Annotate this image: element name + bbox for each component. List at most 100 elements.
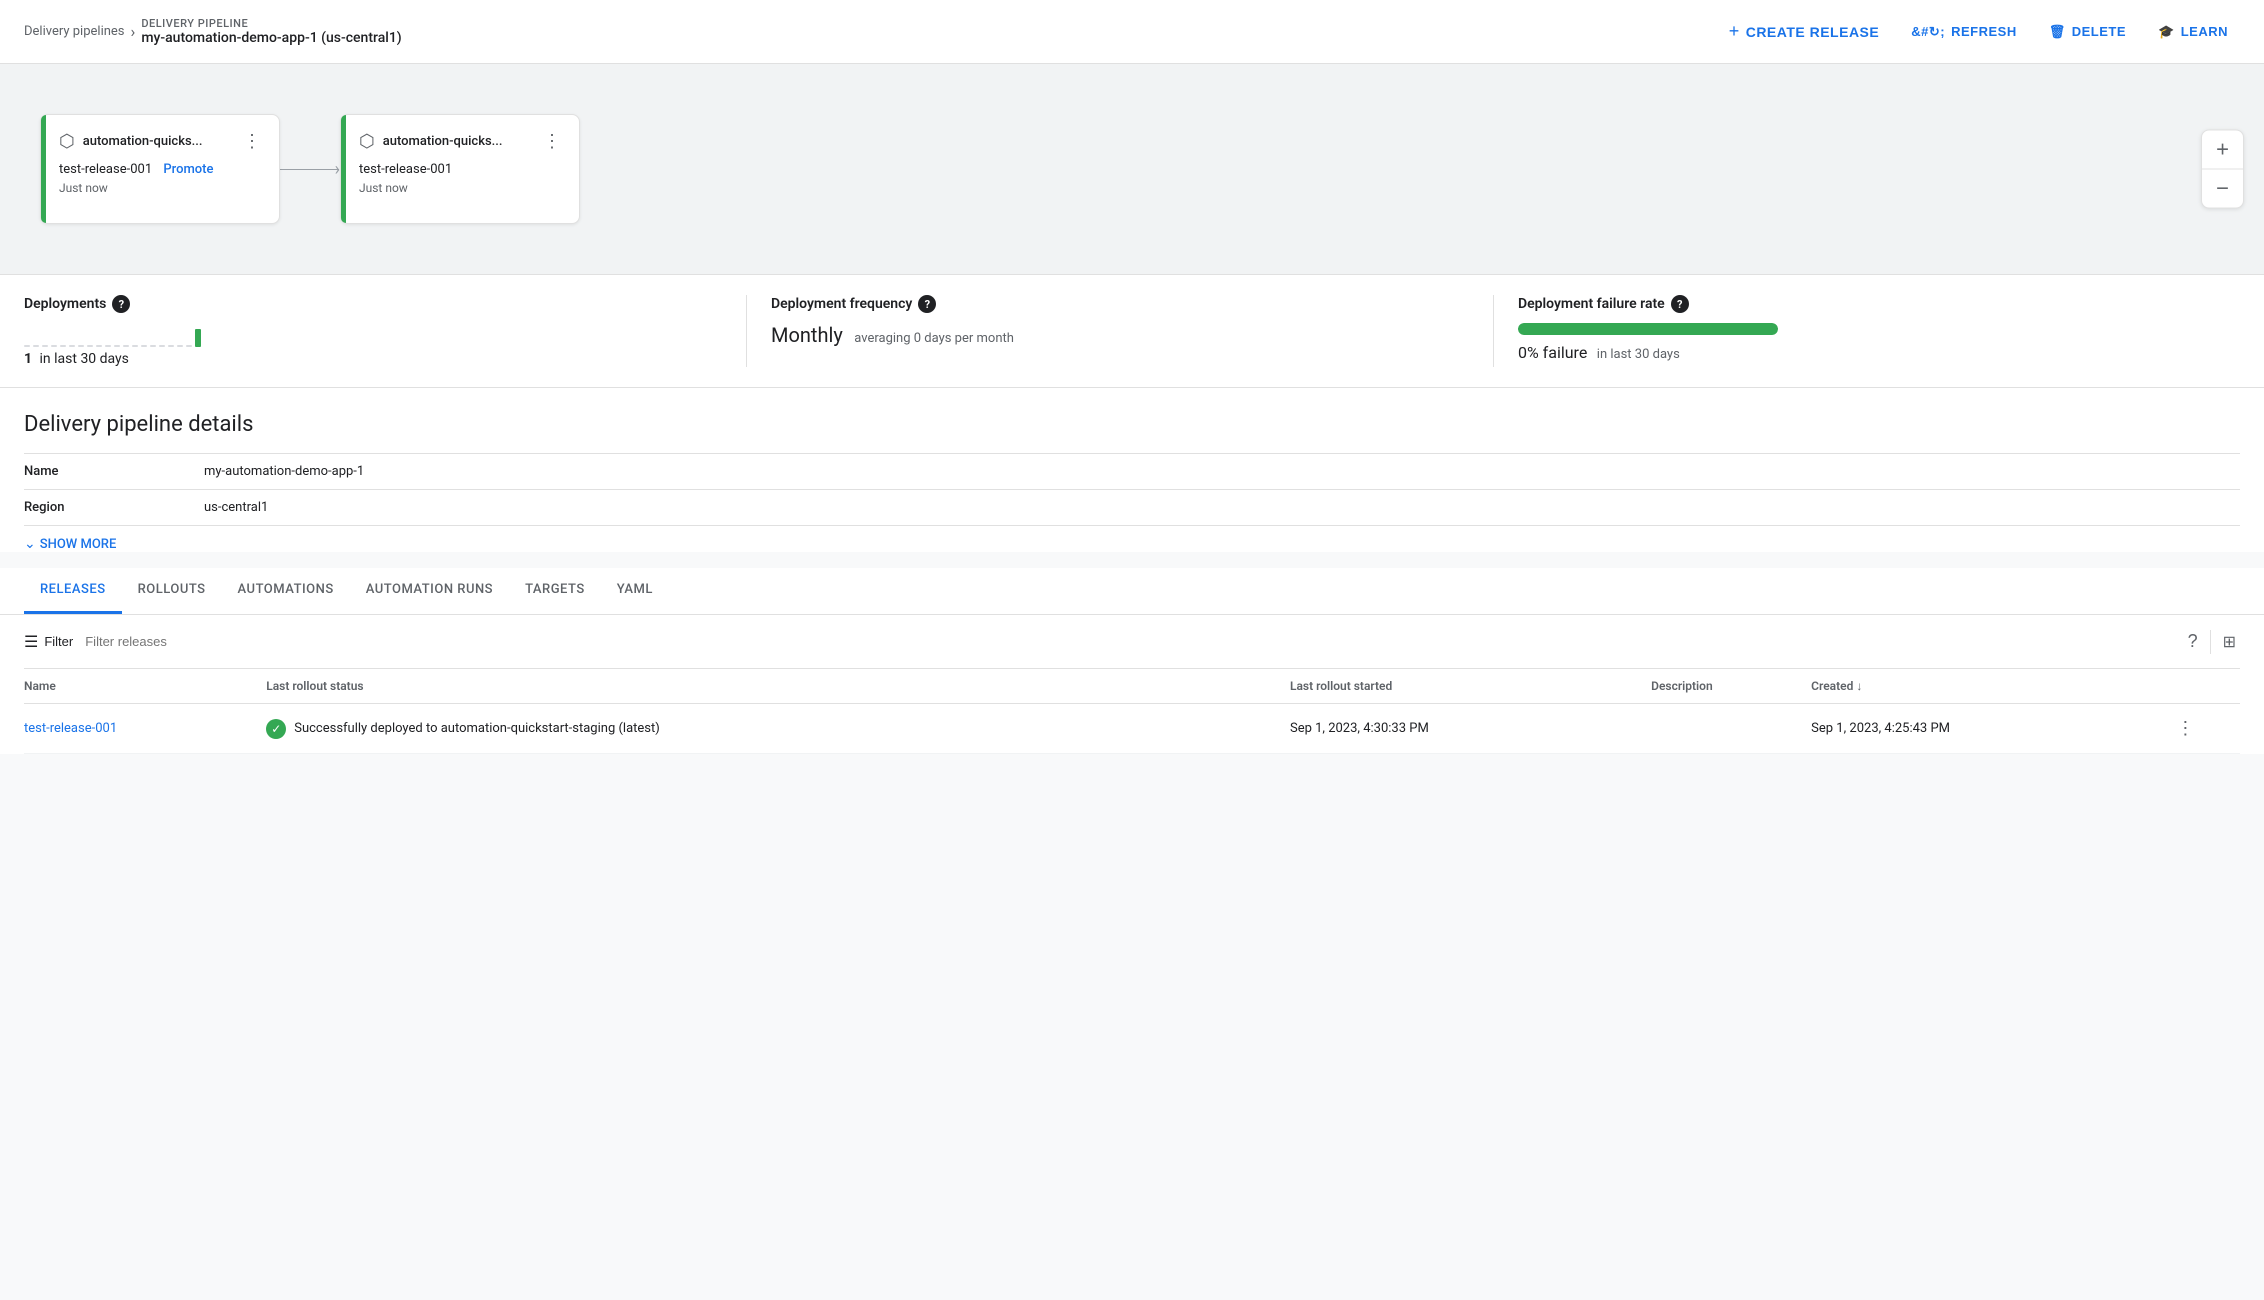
failure-rate: 0% failure — [1518, 343, 1587, 362]
dep-bar-16 — [159, 345, 165, 347]
refresh-button[interactable]: &#↻; REFRESH — [1899, 16, 2028, 48]
deployments-help-icon[interactable]: ? — [112, 295, 130, 313]
col-header-actions — [2172, 669, 2240, 704]
stage-name-0: automation-quicks... — [83, 134, 203, 149]
dep-bar-7 — [78, 345, 84, 347]
failure-progress-bar — [1518, 323, 1778, 335]
refresh-label: REFRESH — [1951, 24, 2017, 39]
vertical-divider — [2210, 630, 2211, 654]
release-created-cell: Sep 1, 2023, 4:25:43 PM — [1811, 704, 2172, 754]
stage-time-0: Just now — [59, 181, 265, 195]
release-name-cell: test-release-001 — [24, 704, 266, 754]
dep-bar-2 — [33, 345, 39, 347]
col-header-description: Description — [1651, 669, 1811, 704]
dep-bar-5 — [60, 345, 66, 347]
dep-bar-13 — [132, 345, 138, 347]
tab-automation-runs[interactable]: AUTOMATION RUNS — [350, 568, 509, 614]
col-header-created[interactable]: Created ↓ — [1811, 669, 2172, 704]
zoom-out-button[interactable]: − — [2202, 170, 2243, 208]
details-table: Name my-automation-demo-app-1 Region us-… — [24, 453, 2240, 526]
delete-label: DELETE — [2072, 24, 2126, 39]
tab-yaml[interactable]: YAML — [601, 568, 669, 614]
release-rollout-started-cell: Sep 1, 2023, 4:30:33 PM — [1290, 704, 1651, 754]
detail-value: us-central1 — [204, 490, 2240, 526]
dep-bar-4 — [51, 345, 57, 347]
dep-bar-18 — [177, 345, 183, 347]
frequency-sub: averaging 0 days per month — [854, 331, 1014, 346]
stage-card-0: ⬡ automation-quicks... ⋮ test-release-00… — [40, 114, 280, 224]
dep-bar-1 — [24, 345, 30, 347]
tab-rollouts[interactable]: ROLLOUTS — [122, 568, 222, 614]
show-more-link[interactable]: ⌄ SHOW MORE — [24, 536, 2240, 552]
filter-input[interactable] — [85, 634, 2171, 649]
filter-button[interactable]: ☰ Filter — [24, 632, 73, 652]
failure-help-icon[interactable]: ? — [1671, 295, 1689, 313]
failure-sub: in last 30 days — [1597, 347, 1680, 362]
breadcrumb: Delivery pipelines › DELIVERY PIPELINE m… — [24, 17, 1701, 46]
table-help-button[interactable]: ? — [2184, 627, 2202, 656]
dep-bar-6 — [69, 345, 75, 347]
chevron-down-icon: ⌄ — [24, 536, 36, 552]
delete-button[interactable]: 🗑 DELETE — [2037, 16, 2138, 48]
column-settings-button[interactable]: ⊞ — [2219, 628, 2240, 656]
deployments-metric: Deployments ? 1 — [24, 295, 747, 367]
detail-row: Name my-automation-demo-app-1 — [24, 454, 2240, 490]
breadcrumb-current: DELIVERY PIPELINE my-automation-demo-app… — [141, 17, 401, 46]
tab-targets[interactable]: TARGETS — [509, 568, 601, 614]
frequency-value: Monthly — [771, 323, 843, 347]
pipeline-stages: ⬡ automation-quicks... ⋮ test-release-00… — [40, 94, 2224, 244]
pipeline-canvas: ⬡ automation-quicks... ⋮ test-release-00… — [0, 64, 2264, 275]
delete-icon: 🗑 — [2049, 24, 2066, 40]
pipeline-arrow: › — [280, 159, 340, 180]
deployment-bars — [24, 323, 722, 347]
filter-icon: ☰ — [24, 632, 38, 652]
breadcrumb-link[interactable]: Delivery pipelines — [24, 24, 125, 39]
deployments-label: Deployments ? — [24, 295, 722, 313]
sort-arrow-icon: ↓ — [1856, 679, 1862, 693]
zoom-in-button[interactable]: + — [2202, 131, 2243, 169]
detail-row: Region us-central1 — [24, 490, 2240, 526]
tab-automations[interactable]: AUTOMATIONS — [222, 568, 350, 614]
create-release-label: CREATE RELEASE — [1746, 24, 1880, 40]
failure-value-row: 0% failure in last 30 days — [1518, 343, 2216, 362]
filter-row: ☰ Filter ? ⊞ — [24, 615, 2240, 669]
release-name-link[interactable]: test-release-001 — [24, 721, 117, 736]
pipeline-type-label: DELIVERY PIPELINE — [141, 17, 401, 30]
learn-icon: 🎓 — [2158, 24, 2175, 40]
refresh-icon: &#↻; — [1911, 24, 1945, 40]
dep-bar-17 — [168, 345, 174, 347]
breadcrumb-separator: › — [131, 22, 136, 41]
show-more-label: SHOW MORE — [40, 537, 117, 552]
promote-link-0[interactable]: Promote — [163, 162, 213, 177]
zoom-controls: + − — [2201, 130, 2244, 209]
create-release-button[interactable]: + CREATE RELEASE — [1717, 13, 1892, 50]
stage-release-0: test-release-001 Promote — [59, 162, 265, 177]
deployments-count: 1 in last 30 days — [24, 351, 129, 367]
frequency-value-row: Monthly averaging 0 days per month — [771, 323, 1469, 347]
releases-table-section: ☰ Filter ? ⊞ NameLast rollout statusLast… — [0, 615, 2264, 754]
dep-bar-15 — [150, 345, 156, 347]
releases-data-table: NameLast rollout statusLast rollout star… — [24, 669, 2240, 754]
learn-label: LEARN — [2181, 24, 2228, 39]
stage-icon-0: ⬡ — [59, 131, 75, 152]
details-title: Delivery pipeline details — [24, 412, 2240, 437]
detail-key: Region — [24, 490, 204, 526]
deployments-count-row: 1 in last 30 days — [24, 351, 722, 367]
frequency-help-icon[interactable]: ? — [918, 295, 936, 313]
release-description-cell — [1651, 704, 1811, 754]
tab-releases[interactable]: RELEASES — [24, 568, 122, 614]
dep-bar-10 — [105, 345, 111, 347]
release-actions-cell: ⋮ — [2172, 704, 2240, 754]
col-header-last-rollout-started: Last rollout started — [1290, 669, 1651, 704]
stage-menu-button-0[interactable]: ⋮ — [239, 129, 265, 154]
col-header-name: Name — [24, 669, 266, 704]
stage-menu-button-1[interactable]: ⋮ — [539, 129, 565, 154]
col-header-last-rollout-status: Last rollout status — [266, 669, 1290, 704]
learn-button[interactable]: 🎓 LEARN — [2146, 16, 2240, 48]
status-success-icon: ✓ — [266, 719, 286, 739]
failure-bar-fill — [1518, 323, 1778, 335]
dep-bar-12 — [123, 345, 129, 347]
row-menu-button[interactable]: ⋮ — [2172, 716, 2198, 741]
failure-metric: Deployment failure rate ? 0% failure in … — [1494, 295, 2240, 367]
stage-time-1: Just now — [359, 181, 565, 195]
